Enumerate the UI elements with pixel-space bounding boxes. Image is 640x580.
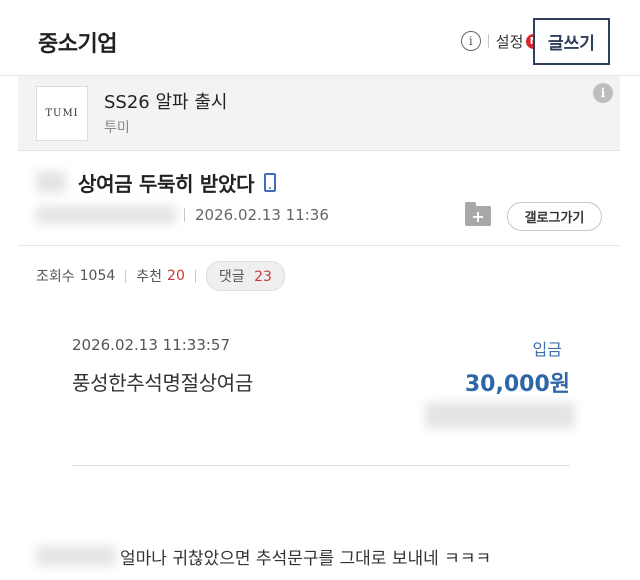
gallery-header: 중소기업 i 설정 N 연관 글쓰기	[0, 0, 640, 76]
post-stats: 조회수 1054 추천 20 댓글 23	[36, 261, 285, 291]
divider	[194, 269, 196, 283]
redacted-balance	[425, 402, 575, 428]
body-text: 얼마나 귀찮았으면 추석문구를 그대로 보내네 ㅋㅋㅋ	[120, 548, 492, 569]
transaction-datetime: 2026.02.13 11:33:57	[72, 336, 231, 354]
ad-banner[interactable]: TUMI SS26 알파 출시 투미 i	[18, 76, 620, 151]
plus-icon: +	[471, 206, 485, 226]
section-divider	[18, 245, 620, 246]
comments-label: 댓글	[218, 269, 245, 285]
info-icon[interactable]: i	[460, 31, 481, 51]
transaction-type: 입금	[532, 340, 562, 359]
ad-info-icon[interactable]: i	[593, 83, 613, 103]
divider	[125, 269, 127, 283]
add-folder-icon[interactable]: +	[465, 202, 491, 226]
mobile-icon	[264, 172, 277, 192]
redacted-prefix	[36, 171, 66, 193]
views-count: 1054	[79, 268, 116, 284]
gallog-button[interactable]: 갤로그가기	[507, 202, 602, 231]
redacted-author	[36, 206, 176, 224]
post-date: 2026.02.13 11:36	[195, 206, 329, 224]
write-button[interactable]: 글쓰기	[533, 18, 610, 65]
recommend-label: 추천	[136, 269, 163, 285]
post-body: 얼마나 귀찮았으면 추석문구를 그대로 보내네 ㅋㅋㅋ	[36, 541, 491, 571]
divider	[184, 208, 185, 222]
settings-link[interactable]: 설정	[496, 31, 524, 52]
divider	[487, 34, 489, 48]
recommend-count: 20	[167, 268, 185, 284]
transaction-amount: 30,000원	[464, 372, 570, 397]
redacted-text	[36, 546, 116, 566]
transaction-divider	[72, 465, 570, 466]
comments-pill[interactable]: 댓글 23	[205, 261, 285, 291]
gallery-title[interactable]: 중소기업	[38, 26, 117, 58]
ad-logo: TUMI	[36, 86, 88, 141]
ad-brand: 투미	[104, 120, 130, 136]
comments-count: 23	[254, 269, 272, 285]
post-meta: 2026.02.13 11:36	[36, 203, 329, 227]
post-title-row: 상여금 두둑히 받았다	[36, 168, 277, 196]
transaction-description: 풍성한추석명절상여금	[72, 371, 253, 395]
views-label: 조회수	[36, 269, 75, 285]
ad-title[interactable]: SS26 알파 출시	[104, 88, 227, 114]
post-title: 상여금 두둑히 받았다	[78, 171, 255, 196]
